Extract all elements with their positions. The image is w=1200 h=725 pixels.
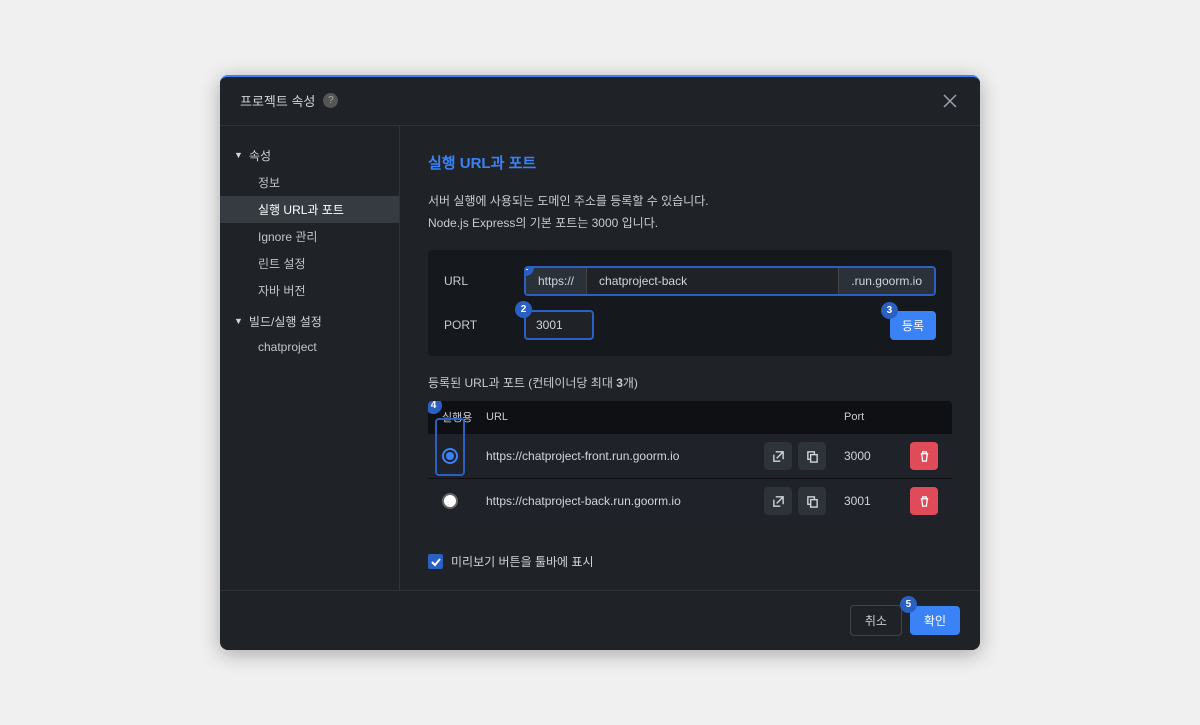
col-run-label: 실행용	[442, 412, 472, 424]
register-label: 등록	[902, 319, 924, 333]
registered-label: 등록된 URL과 포트 (컨테이너당 최대 3개)	[428, 374, 952, 391]
help-icon[interactable]: ?	[323, 93, 338, 108]
url-row: URL 1 https:// .run.goorm.io	[444, 266, 936, 296]
desc-line: 서버 실행에 사용되는 도메인 주소를 등록할 수 있습니다.	[428, 191, 952, 213]
register-button[interactable]: 3 등록	[890, 311, 936, 340]
table-row: https://chatproject-back.run.goorm.io 30…	[428, 478, 952, 523]
dialog-body: ▼ 속성 정보 실행 URL과 포트 Ignore 관리 린트 설정 자바 버전…	[220, 125, 980, 590]
sidebar-item-java[interactable]: 자바 버전	[220, 277, 399, 304]
row-port: 3000	[844, 449, 894, 463]
run-radio[interactable]	[442, 448, 458, 464]
url-label: URL	[444, 274, 524, 288]
open-external-icon[interactable]	[764, 442, 792, 470]
row-delete-cell	[894, 442, 938, 470]
run-radio-cell	[442, 448, 486, 464]
chevron-down-icon: ▼	[234, 150, 243, 160]
confirm-button[interactable]: 5 확인	[910, 606, 960, 635]
url-domain-suffix: .run.goorm.io	[838, 268, 934, 294]
sidebar-group-label: 빌드/실행 설정	[249, 313, 322, 330]
col-port-label: Port	[844, 411, 894, 423]
run-radio-cell	[442, 493, 486, 509]
table-row: https://chatproject-front.run.goorm.io 3…	[428, 433, 952, 478]
project-properties-dialog: 프로젝트 속성 ? ▼ 속성 정보 실행 URL과 포트 Ignore 관리 린…	[220, 75, 980, 650]
confirm-label: 확인	[924, 614, 946, 628]
sidebar-item-info[interactable]: 정보	[220, 169, 399, 196]
url-port-form: URL 1 https:// .run.goorm.io PORT 2	[428, 250, 952, 356]
dialog-footer: 취소 5 확인	[220, 590, 980, 650]
sidebar-item-ignore[interactable]: Ignore 관리	[220, 223, 399, 250]
sidebar-group-header-properties[interactable]: ▼ 속성	[220, 142, 399, 169]
sidebar-item-chatproject[interactable]: chatproject	[220, 335, 399, 359]
port-label: PORT	[444, 318, 524, 332]
preview-checkbox-label: 미리보기 버튼을 툴바에 표시	[451, 553, 593, 570]
open-external-icon[interactable]	[764, 487, 792, 515]
run-radio[interactable]	[442, 493, 458, 509]
row-delete-cell	[894, 487, 938, 515]
url-input-group: 1 https:// .run.goorm.io	[524, 266, 936, 296]
url-table: 4 실행용 URL Port https://chatproject-front…	[428, 401, 952, 523]
sidebar-group-properties: ▼ 속성 정보 실행 URL과 포트 Ignore 관리 린트 설정 자바 버전	[220, 142, 399, 304]
row-port: 3001	[844, 494, 894, 508]
row-url: https://chatproject-front.run.goorm.io	[486, 449, 764, 463]
step-badge-3: 3	[881, 302, 898, 319]
port-row: PORT 2 3 등록	[444, 310, 936, 340]
step-badge-5: 5	[900, 596, 917, 613]
main-panel: 실행 URL과 포트 서버 실행에 사용되는 도메인 주소를 등록할 수 있습니…	[400, 126, 980, 590]
sidebar-group-build: ▼ 빌드/실행 설정 chatproject	[220, 308, 399, 359]
close-icon[interactable]	[940, 91, 960, 111]
sidebar-group-label: 속성	[249, 147, 271, 164]
step-badge-4: 4	[428, 401, 442, 414]
delete-button[interactable]	[910, 442, 938, 470]
cancel-button[interactable]: 취소	[850, 605, 902, 636]
copy-icon[interactable]	[798, 487, 826, 515]
sidebar-group-header-build[interactable]: ▼ 빌드/실행 설정	[220, 308, 399, 335]
url-protocol: https://	[526, 268, 587, 294]
sidebar-item-lint[interactable]: 린트 설정	[220, 250, 399, 277]
trash-icon	[918, 450, 931, 463]
url-subdomain-input[interactable]	[587, 268, 838, 294]
row-actions	[764, 487, 844, 515]
sidebar: ▼ 속성 정보 실행 URL과 포트 Ignore 관리 린트 설정 자바 버전…	[220, 126, 400, 590]
dialog-title-wrap: 프로젝트 속성 ?	[240, 91, 338, 110]
table-header: 4 실행용 URL Port	[428, 401, 952, 433]
row-url: https://chatproject-back.run.goorm.io	[486, 494, 764, 508]
row-actions	[764, 442, 844, 470]
preview-checkbox-row: 미리보기 버튼을 툴바에 표시	[428, 553, 952, 570]
dialog-title: 프로젝트 속성	[240, 91, 315, 110]
section-description: 서버 실행에 사용되는 도메인 주소를 등록할 수 있습니다. Node.js …	[428, 191, 952, 234]
delete-button[interactable]	[910, 487, 938, 515]
copy-icon[interactable]	[798, 442, 826, 470]
col-url-label: URL	[486, 411, 764, 423]
dialog-header: 프로젝트 속성 ?	[220, 77, 980, 125]
step-badge-2: 2	[515, 301, 532, 318]
sidebar-item-url-port[interactable]: 실행 URL과 포트	[220, 196, 399, 223]
check-icon	[431, 557, 441, 567]
trash-icon	[918, 495, 931, 508]
preview-checkbox[interactable]	[428, 554, 443, 569]
chevron-down-icon: ▼	[234, 316, 243, 326]
port-input[interactable]	[524, 310, 594, 340]
desc-line: Node.js Express의 기본 포트는 3000 입니다.	[428, 213, 952, 235]
section-title: 실행 URL과 포트	[428, 152, 952, 173]
